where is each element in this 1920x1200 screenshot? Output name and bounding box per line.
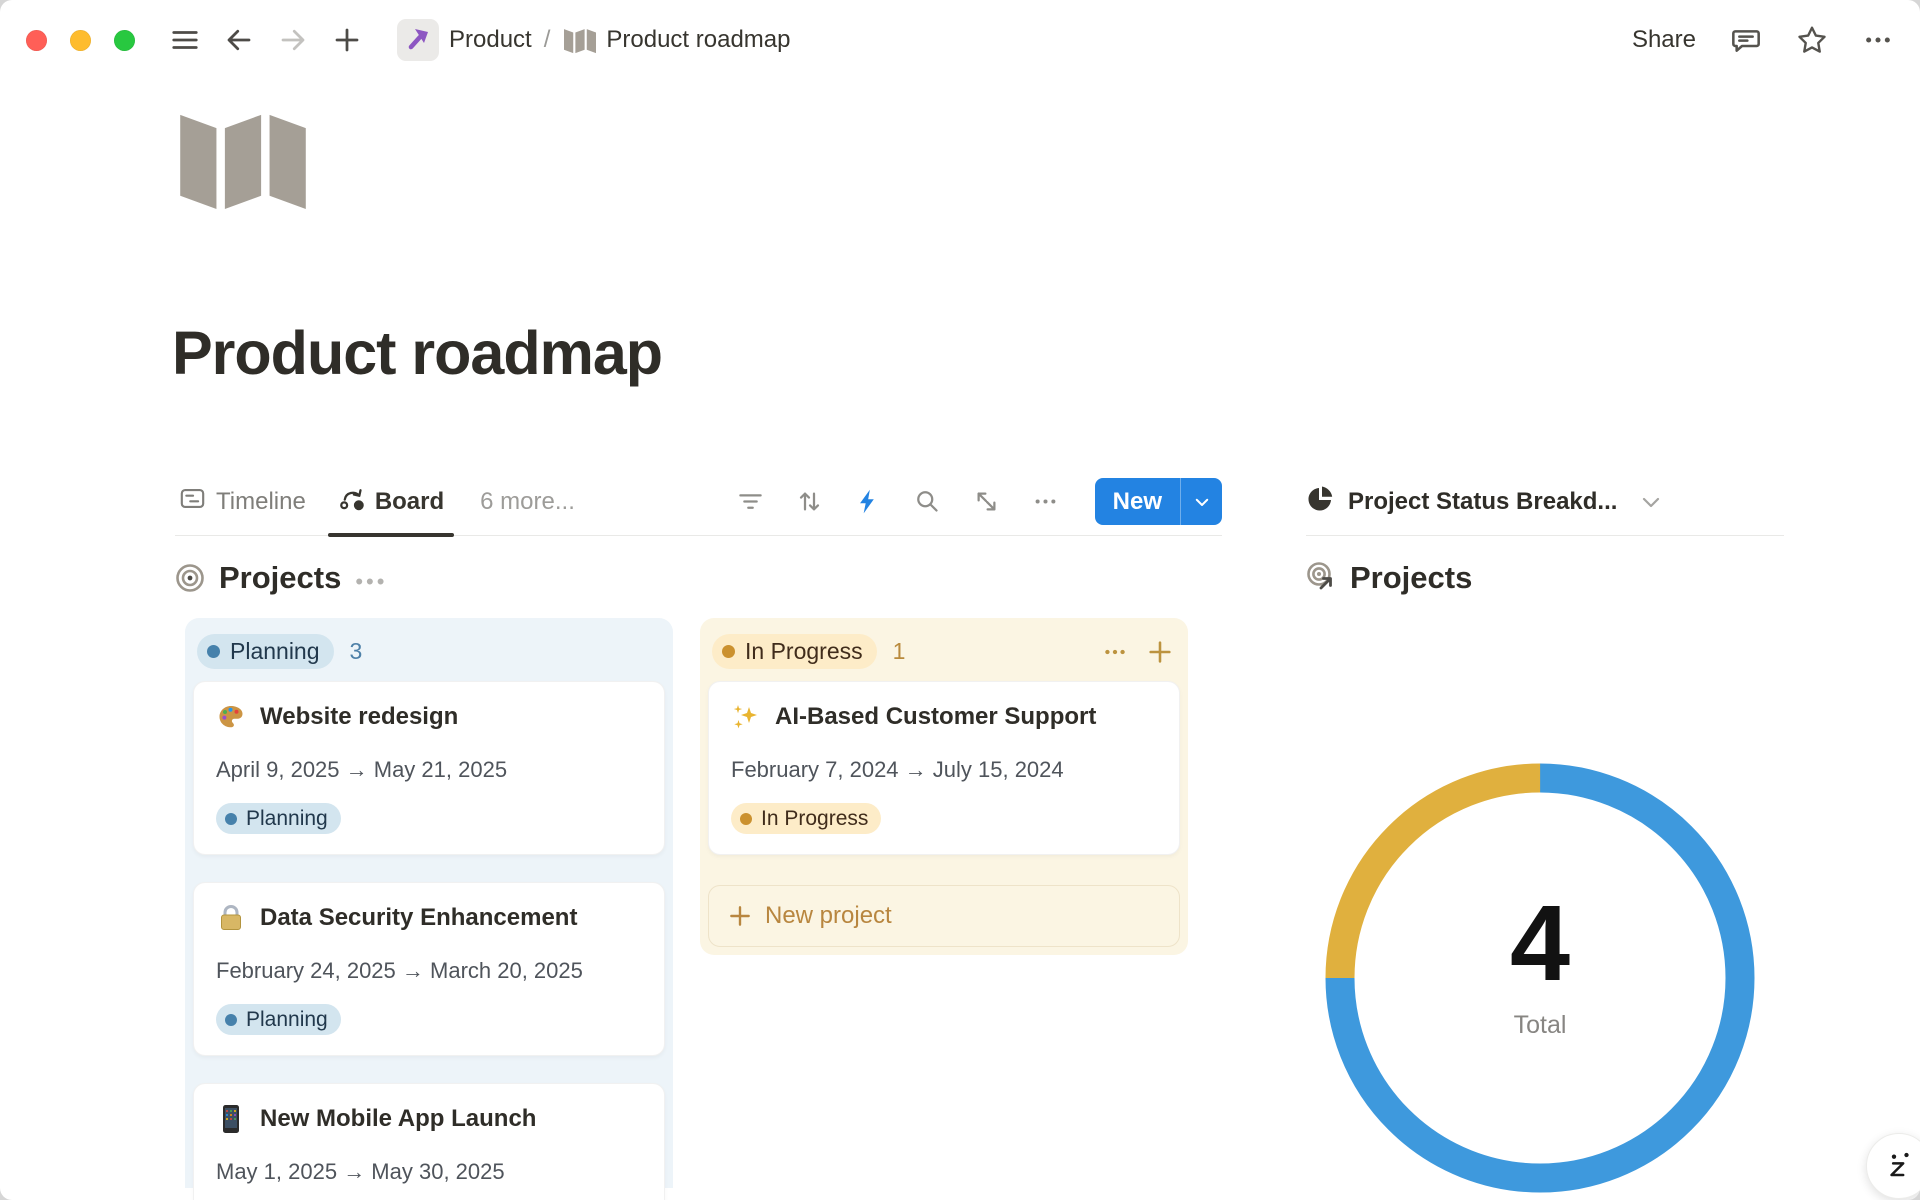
plus-icon — [727, 903, 753, 929]
column-header: Planning 3 — [193, 626, 665, 681]
card-title: AI-Based Customer Support — [775, 703, 1096, 731]
close-window-button[interactable] — [26, 30, 47, 51]
column-planning: Planning 3 Website redesign — [185, 618, 673, 1188]
breadcrumb-separator: / — [544, 26, 551, 54]
page-title: Product roadmap — [172, 318, 662, 388]
board-heading: Projects ••• — [175, 560, 1222, 596]
board-icon — [338, 485, 365, 519]
new-dropdown-chevron-icon[interactable] — [1180, 478, 1222, 525]
app-window: Product / Product roadmap Share — [0, 0, 1920, 1200]
chart-title[interactable]: Project Status Breakd... — [1348, 488, 1617, 516]
pie-chart-icon — [1306, 485, 1334, 518]
traffic-lights — [26, 30, 135, 51]
view-controls: New — [737, 478, 1222, 525]
card-ai-support[interactable]: AI-Based Customer Support February 7, 20… — [708, 681, 1180, 855]
card-dates: February 7, 2024 → July 15, 2024 — [731, 757, 1157, 783]
ai-assistant-button[interactable] — [1866, 1133, 1920, 1199]
search-icon[interactable] — [914, 488, 941, 515]
column-count: 1 — [893, 638, 906, 665]
chart-heading: Projects — [1306, 560, 1784, 596]
donut-chart[interactable]: 4 Total — [1325, 763, 1755, 1193]
card-status-tag: Planning — [216, 803, 341, 834]
automation-lightning-icon[interactable] — [855, 488, 882, 515]
timeline-icon — [179, 485, 206, 519]
board-columns: Planning 3 Website redesign — [175, 618, 1222, 1188]
ai-face-icon — [1879, 1145, 1919, 1188]
chart-board-title: Projects — [1350, 560, 1472, 596]
sparkles-icon — [731, 702, 761, 732]
linked-target-icon — [1306, 561, 1336, 596]
new-button[interactable]: New — [1095, 478, 1180, 525]
board-more-icon[interactable]: ••• — [355, 561, 387, 595]
column-count: 3 — [350, 638, 363, 665]
menu-icon[interactable] — [165, 20, 205, 60]
target-icon — [175, 563, 205, 593]
card-dates: May 1, 2025 → May 30, 2025 — [216, 1159, 642, 1185]
chart-header: Project Status Breakd... — [1306, 468, 1784, 536]
status-dot — [722, 645, 735, 658]
lock-icon — [216, 903, 246, 933]
comments-icon[interactable] — [1730, 24, 1762, 56]
card-title: Website redesign — [260, 703, 458, 731]
map-icon — [564, 27, 596, 54]
page-icon-map[interactable] — [180, 110, 306, 214]
column-header: In Progress 1 — [708, 626, 1180, 681]
chevron-down-icon[interactable] — [1639, 490, 1663, 514]
new-button-group: New — [1095, 478, 1222, 525]
board-section: Timeline Board 6 more... — [175, 468, 1222, 1188]
card-website-redesign[interactable]: Website redesign April 9, 2025 → May 21,… — [193, 681, 665, 855]
filter-icon[interactable] — [737, 488, 764, 515]
column-in-progress: In Progress 1 — [700, 618, 1188, 955]
status-pill-planning[interactable]: Planning — [197, 634, 334, 669]
card-title: Data Security Enhancement — [260, 904, 577, 932]
product-app-icon[interactable] — [397, 19, 439, 61]
more-options-icon[interactable] — [1862, 24, 1894, 56]
breadcrumb-current[interactable]: Product roadmap — [606, 26, 790, 54]
column-more-icon[interactable] — [1102, 639, 1128, 665]
donut-svg — [1325, 763, 1755, 1193]
card-title: New Mobile App Launch — [260, 1105, 536, 1133]
new-project-button[interactable]: New project — [708, 885, 1180, 947]
view-bar: Timeline Board 6 more... — [175, 468, 1222, 536]
view-tabs: Timeline Board 6 more... — [175, 468, 575, 535]
card-status-tag: In Progress — [731, 803, 881, 834]
column-add-icon[interactable] — [1146, 638, 1174, 666]
topbar: Product / Product roadmap Share — [0, 0, 1920, 80]
minimize-window-button[interactable] — [70, 30, 91, 51]
status-dot — [207, 645, 220, 658]
view-more-icon[interactable] — [1032, 488, 1059, 515]
new-tab-icon[interactable] — [327, 20, 367, 60]
mobile-phone-icon — [216, 1104, 246, 1134]
tab-label: Board — [375, 488, 444, 516]
forward-icon[interactable] — [273, 20, 313, 60]
card-dates: April 9, 2025 → May 21, 2025 — [216, 757, 642, 783]
zoom-window-button[interactable] — [114, 30, 135, 51]
tab-board[interactable]: Board — [334, 468, 448, 535]
tab-label: Timeline — [216, 488, 306, 516]
card-mobile-app[interactable]: New Mobile App Launch May 1, 2025 → May … — [193, 1083, 665, 1200]
breadcrumb: Product / Product roadmap — [381, 19, 791, 61]
card-data-security[interactable]: Data Security Enhancement February 24, 2… — [193, 882, 665, 1056]
share-button[interactable]: Share — [1632, 26, 1696, 54]
sort-icon[interactable] — [796, 488, 823, 515]
more-views-button[interactable]: 6 more... — [480, 488, 575, 516]
breadcrumb-root[interactable]: Product — [449, 26, 532, 54]
expand-icon[interactable] — [973, 488, 1000, 515]
board-title: Projects — [219, 560, 341, 596]
palette-icon — [216, 702, 246, 732]
card-dates: February 24, 2025 → March 20, 2025 — [216, 958, 642, 984]
card-status-tag: Planning — [216, 1004, 341, 1035]
favorite-star-icon[interactable] — [1796, 24, 1828, 56]
status-pill-in-progress[interactable]: In Progress — [712, 634, 877, 669]
chart-section: Project Status Breakd... Projects 4 Tota… — [1306, 468, 1784, 596]
topbar-actions: Share — [1632, 24, 1894, 56]
back-icon[interactable] — [219, 20, 259, 60]
tab-timeline[interactable]: Timeline — [175, 468, 310, 535]
